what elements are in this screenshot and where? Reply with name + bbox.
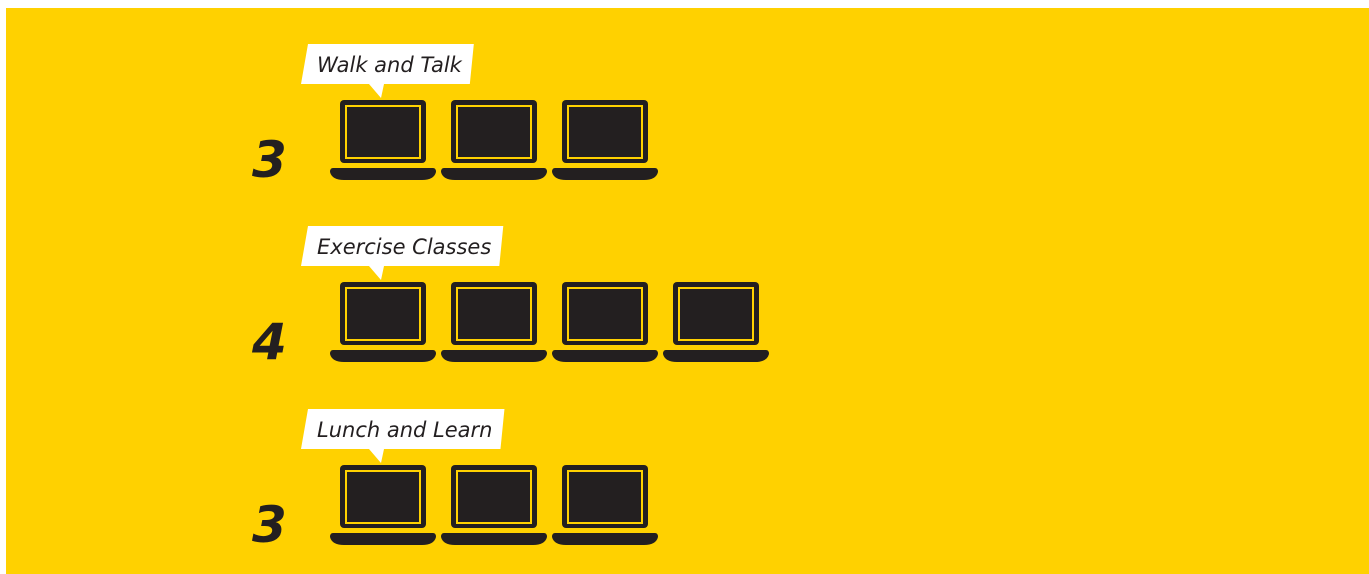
laptop-icon (441, 100, 547, 180)
laptop-screen-frame (340, 282, 426, 345)
category-label: Lunch and Learn (317, 418, 492, 442)
laptop-icon (330, 465, 436, 545)
laptop-icon (552, 282, 658, 362)
category-label: Exercise Classes (317, 235, 491, 259)
laptop-icon (552, 100, 658, 180)
laptop-screen-frame (451, 100, 537, 163)
laptop-base (552, 168, 658, 180)
laptop-screen-frame (562, 282, 648, 345)
laptop-base (552, 350, 658, 362)
count-value: 4 (251, 313, 287, 371)
chart-row: Exercise Classes 4 (251, 226, 769, 371)
laptop-icon (330, 100, 436, 180)
category-label: Walk and Talk (317, 53, 463, 77)
laptop-icon (441, 465, 547, 545)
laptop-icon (330, 282, 436, 362)
laptop-screen-frame (673, 282, 759, 345)
laptop-icon (441, 282, 547, 362)
chart-row: Walk and Talk 3 (252, 44, 658, 189)
laptop-screen-frame (562, 100, 648, 163)
pictograph-chart: Walk and Talk 3 Exercise Classes 4 Lunch and… (251, 44, 769, 554)
laptop-icon (552, 465, 658, 545)
laptop-base (441, 350, 547, 362)
laptop-screen-frame (451, 282, 537, 345)
laptop-screen-frame (562, 465, 648, 528)
laptop-base (441, 533, 547, 545)
laptop-base (330, 350, 436, 362)
chart-row: Lunch and Learn 3 (252, 409, 658, 554)
laptop-base (330, 168, 436, 180)
laptop-base (441, 168, 547, 180)
laptop-base (330, 533, 436, 545)
laptop-screen-frame (340, 465, 426, 528)
laptop-base (663, 350, 769, 362)
laptop-icon (663, 282, 769, 362)
laptop-screen-frame (340, 100, 426, 163)
count-value: 3 (252, 131, 287, 189)
laptop-base (552, 533, 658, 545)
laptop-screen-frame (451, 465, 537, 528)
count-value: 3 (252, 496, 287, 554)
